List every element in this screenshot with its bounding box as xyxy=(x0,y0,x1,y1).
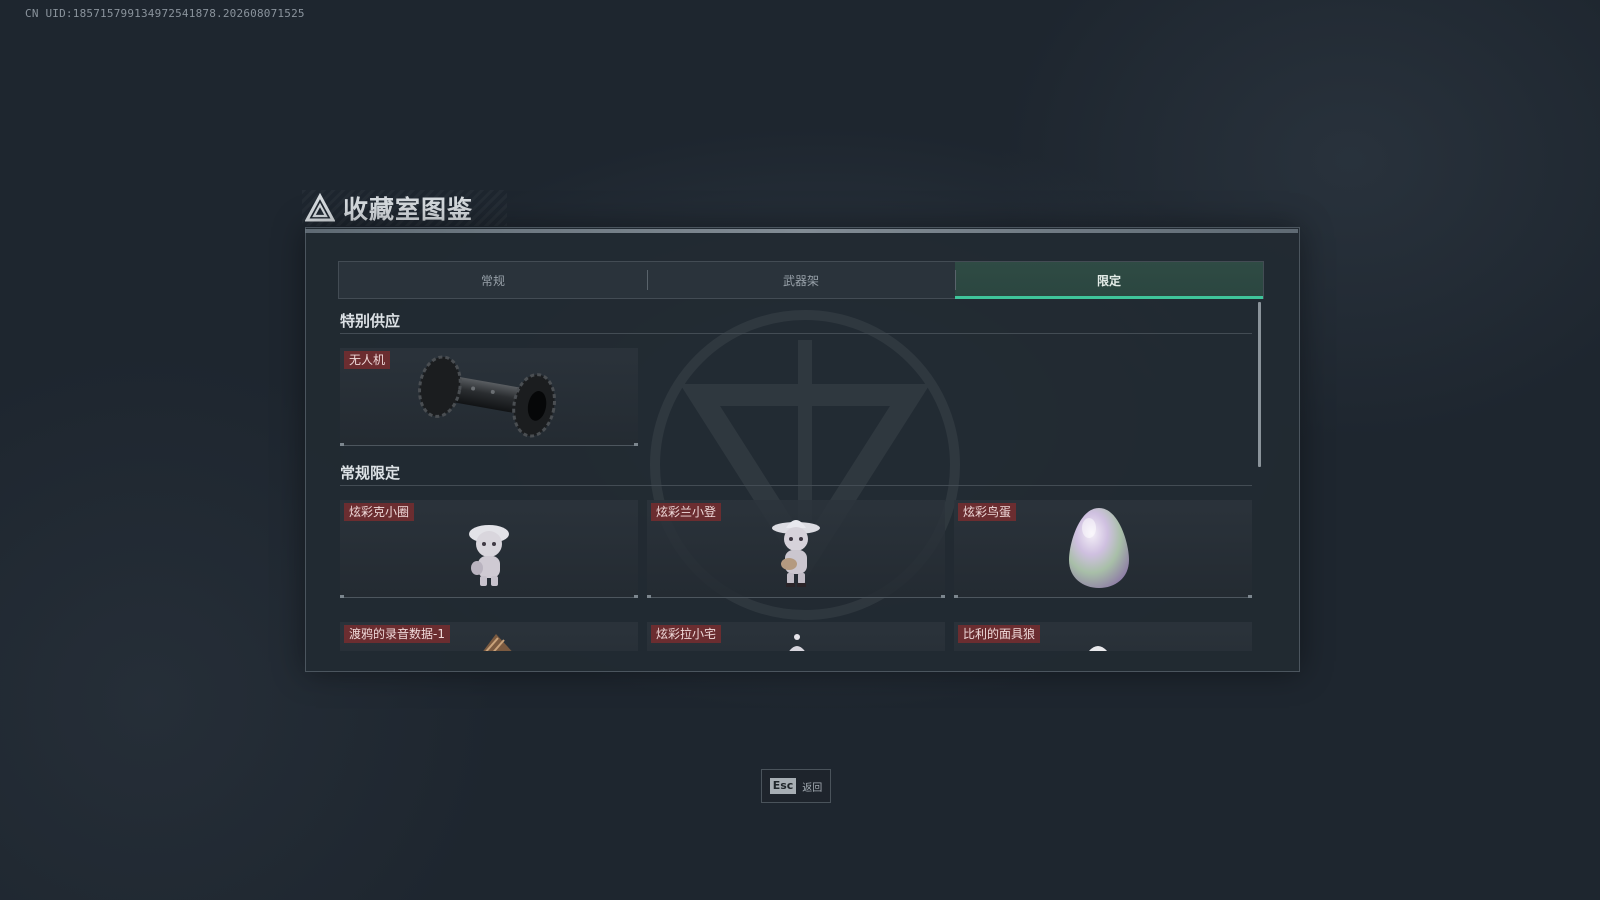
collection-scrollbar[interactable] xyxy=(1258,302,1261,467)
back-label: 返回 xyxy=(802,782,823,794)
page-title: 收藏室图鉴 xyxy=(343,195,474,224)
header: 收藏室图鉴 xyxy=(305,190,473,226)
drone-icon xyxy=(418,355,557,438)
collection-card[interactable]: 无人机 xyxy=(340,348,638,446)
item-name-tag: 渡鸦的录音数据-1 xyxy=(344,625,450,643)
figurine-sombrero-icon xyxy=(772,520,820,587)
panel-top-line xyxy=(305,229,1298,233)
item-name-tag: 炫彩兰小登 xyxy=(651,503,722,521)
egg-icon xyxy=(1069,508,1129,588)
tab-weapon-rack[interactable]: 武器架 xyxy=(647,262,955,298)
tab-regular[interactable]: 常规 xyxy=(339,262,647,298)
recorder-icon xyxy=(483,634,512,651)
category-tabs: 常规 武器架 限定 xyxy=(338,261,1264,299)
collection-card[interactable]: 比利的面具狼 xyxy=(954,622,1252,651)
section-title-special-supply: 特别供应 xyxy=(340,312,401,330)
collection-card[interactable]: 炫彩克小圈 xyxy=(340,500,638,598)
section-divider xyxy=(340,485,1252,486)
collection-card[interactable]: 炫彩兰小登 xyxy=(647,500,945,598)
item-name-tag: 炫彩拉小宅 xyxy=(651,625,722,643)
item-name-tag: 炫彩克小圈 xyxy=(344,503,415,521)
section-title-regular-limited: 常规限定 xyxy=(340,464,401,482)
item-name-tag: 炫彩鸟蛋 xyxy=(958,503,1017,521)
esc-key-badge: Esc xyxy=(769,778,797,794)
item-name-tag: 无人机 xyxy=(344,351,391,369)
back-hint[interactable]: Esc 返回 xyxy=(761,769,831,803)
figurine-icon xyxy=(789,634,805,651)
collection-card[interactable]: 渡鸦的录音数据-1 xyxy=(340,622,638,651)
figurine-icon xyxy=(469,525,509,586)
collection-list[interactable]: 特别供应 无人机 常规限定 炫彩克小圈 炫彩兰小登 炫彩鸟蛋 渡鸦的录音数据-1… xyxy=(340,300,1252,651)
tab-limited[interactable]: 限定 xyxy=(955,262,1263,299)
mask-icon xyxy=(1089,646,1107,651)
collection-card[interactable]: 炫彩鸟蛋 xyxy=(954,500,1252,598)
section-divider xyxy=(340,333,1252,334)
uid-label: CN UID:185715799134972541878.20260807152… xyxy=(25,7,305,20)
collection-card[interactable]: 炫彩拉小宅 xyxy=(647,622,945,651)
triangle-logo-icon xyxy=(305,193,335,222)
item-name-tag: 比利的面具狼 xyxy=(958,625,1041,643)
